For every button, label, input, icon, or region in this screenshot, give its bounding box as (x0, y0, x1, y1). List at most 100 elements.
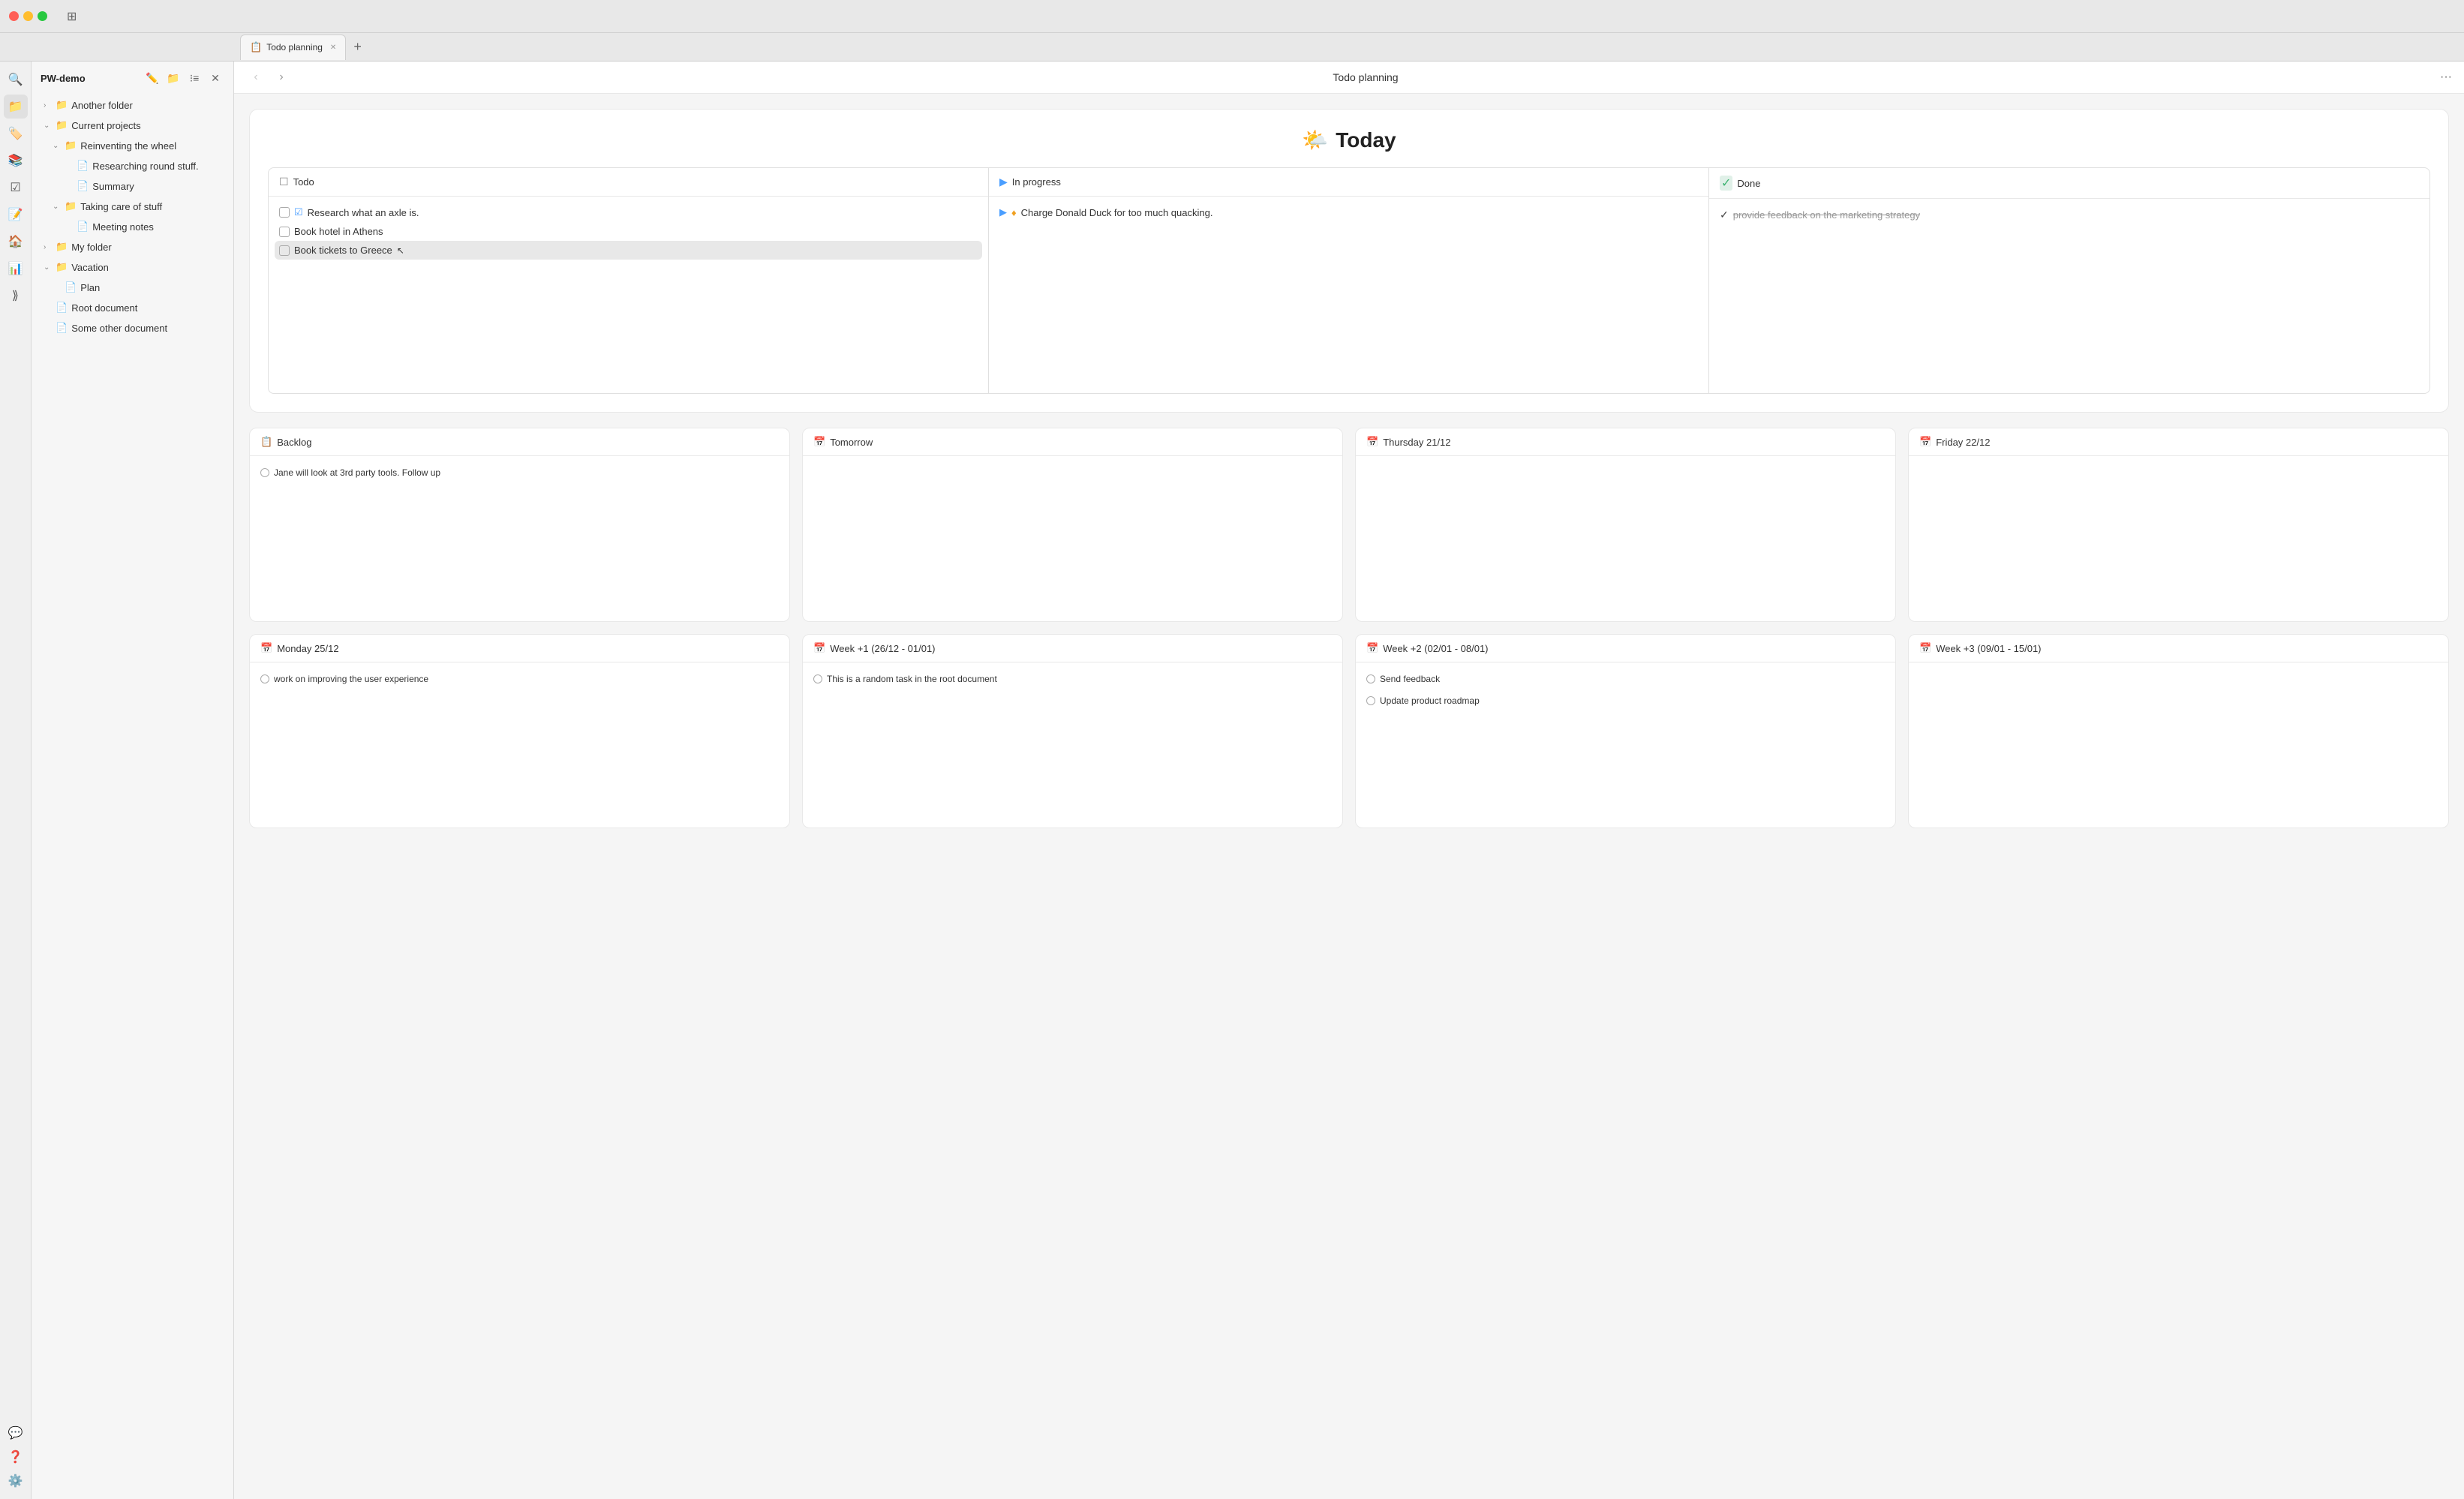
kanban-item-book-tickets[interactable]: Book tickets to Greece ↖ (275, 241, 982, 260)
weekly-col-week-plus-1-body: This is a random task in the root docume… (803, 662, 1342, 828)
weekly-grid-1: 📋 Backlog Jane will look at 3rd party to… (249, 428, 2449, 622)
weekly-item-user-experience[interactable]: work on improving the user experience (256, 668, 783, 690)
new-tab-button[interactable]: + (347, 39, 368, 55)
weekly-col-week-plus-2-header: 📅 Week +2 (02/01 - 08/01) (1356, 635, 1895, 662)
library-icon[interactable]: 📚 (4, 149, 28, 173)
icon-sidebar: 🔍 📁 🏷️ 📚 ☑ 📝 🏠 📊 ⟫ 💬 ❓ ⚙️ (0, 62, 32, 1499)
weekly-col-friday: 📅 Friday 22/12 (1908, 428, 2449, 622)
kanban-item-research-axle[interactable]: ☑ Research what an axle is. (275, 203, 982, 222)
files-icon[interactable]: 📁 (4, 95, 28, 119)
week-plus-1-icon: 📅 (813, 642, 825, 654)
weekly-item-random-task[interactable]: This is a random task in the root docume… (809, 668, 1336, 690)
file-sidebar: PW-demo ✏️ 📁 ⁝≡ ✕ › 📁 Another folder ⌄ 📁… (32, 62, 234, 1499)
chevron-icon: ⌄ (53, 203, 62, 211)
close-button[interactable] (9, 11, 19, 21)
content-scroll[interactable]: 🌤️ Today ☐ Todo ☑ (234, 94, 2464, 1499)
folder-icon: 📁 (56, 119, 68, 131)
sidebar-item-another-folder[interactable]: › 📁 Another folder (35, 95, 230, 115)
sidebar-item-current-projects[interactable]: ⌄ 📁 Current projects (35, 116, 230, 135)
weekly-col-monday-label: Monday 25/12 (277, 643, 338, 654)
sidebar-item-root-document[interactable]: 📄 Root document (35, 298, 230, 317)
home-icon[interactable]: 🏠 (4, 230, 28, 254)
sidebar-item-vacation[interactable]: ⌄ 📁 Vacation (35, 257, 230, 277)
tomorrow-icon: 📅 (813, 436, 825, 448)
search-icon[interactable]: 🔍 (4, 68, 28, 92)
kanban-in-progress-items: ▶ ♦ Charge Donald Duck for too much quac… (989, 197, 1708, 228)
item-dot-icon (1366, 674, 1375, 683)
done-check-icon: ✓ (1720, 209, 1729, 221)
settings-icon[interactable]: ⚙️ (4, 1469, 28, 1493)
folder-icon: 📁 (56, 241, 68, 253)
help-icon[interactable]: ❓ (4, 1445, 28, 1469)
weekly-col-week-plus-3-header: 📅 Week +3 (09/01 - 15/01) (1909, 635, 2448, 662)
sidebar-item-researching-round-stuff[interactable]: 📄 Researching round stuff. (35, 156, 230, 176)
maximize-button[interactable] (38, 11, 47, 21)
tree-item-label: Vacation (71, 262, 224, 273)
weekly-col-thursday: 📅 Thursday 21/12 (1355, 428, 1896, 622)
weekly-col-monday-body: work on improving the user experience (250, 662, 789, 828)
document-icon: 📄 (77, 221, 89, 233)
weekly-col-backlog-header: 📋 Backlog (250, 428, 789, 456)
document-icon: 📄 (65, 281, 77, 293)
kanban-col-in-progress-header: ▶ In progress (989, 168, 1708, 197)
workspace-name: PW-demo (41, 73, 86, 84)
new-folder-icon[interactable]: 📁 (164, 69, 182, 87)
weekly-col-thursday-label: Thursday 21/12 (1383, 437, 1450, 448)
sort-icon[interactable]: ⁝≡ (185, 69, 203, 87)
kanban-todo-items: ☑ Research what an axle is. Book hotel i… (269, 197, 988, 266)
weekly-col-week-plus-3-label: Week +3 (09/01 - 15/01) (1936, 643, 2041, 654)
sidebar-item-reinventing-the-wheel[interactable]: ⌄ 📁 Reinventing the wheel (35, 136, 230, 155)
folder-icon: 📁 (65, 140, 77, 152)
kanban-col-todo: ☐ Todo ☑ Research what an axle is. (269, 168, 989, 393)
sidebar-item-my-folder[interactable]: › 📁 My folder (35, 237, 230, 257)
sidebar-item-taking-care-of-stuff[interactable]: ⌄ 📁 Taking care of stuff (35, 197, 230, 216)
main-layout: 🔍 📁 🏷️ 📚 ☑ 📝 🏠 📊 ⟫ 💬 ❓ ⚙️ PW-demo ✏️ 📁 ⁝… (0, 62, 2464, 1499)
sidebar-item-summary[interactable]: 📄 Summary (35, 176, 230, 196)
close-sidebar-icon[interactable]: ✕ (206, 69, 224, 87)
tree-item-label: Reinventing the wheel (80, 140, 224, 152)
tree-item-label: Researching round stuff. (92, 161, 224, 172)
sidebar-item-meeting-notes[interactable]: 📄 Meeting notes (35, 217, 230, 236)
kanban-col-in-progress: ▶ In progress ▶ ♦ Charge Donald Duck for… (989, 168, 1709, 393)
tags-icon[interactable]: 🏷️ (4, 122, 28, 146)
weekly-col-tomorrow-label: Tomorrow (830, 437, 873, 448)
weekly-item-update-roadmap[interactable]: Update product roadmap (1362, 690, 1889, 712)
chevron-icon: › (44, 101, 53, 110)
weekly-col-thursday-body (1356, 456, 1895, 621)
weekly-col-week-plus-1-label: Week +1 (26/12 - 01/01) (830, 643, 935, 654)
new-note-icon[interactable]: ✏️ (143, 69, 161, 87)
notes-icon[interactable]: 📝 (4, 203, 28, 227)
kanban-item-charge-donald[interactable]: ▶ ♦ Charge Donald Duck for too much quac… (995, 203, 1702, 222)
more-options-button[interactable]: ··· (2440, 71, 2452, 84)
kanban-item-marketing-feedback[interactable]: ✓ provide feedback on the marketing stra… (1715, 205, 2423, 225)
checkbox-icon (279, 245, 290, 256)
weekly-col-tomorrow-body (803, 456, 1342, 621)
kanban-item-book-hotel[interactable]: Book hotel in Athens (275, 222, 982, 241)
titlebar: ⊞ (0, 0, 2464, 33)
minimize-button[interactable] (23, 11, 33, 21)
kanban-done-items: ✓ provide feedback on the marketing stra… (1709, 199, 2429, 231)
today-card: 🌤️ Today ☐ Todo ☑ (249, 109, 2449, 413)
expand-icon[interactable]: ⟫ (4, 284, 28, 308)
item-dot-icon (260, 674, 269, 683)
document-icon: 📄 (77, 160, 89, 172)
charts-icon[interactable]: 📊 (4, 257, 28, 281)
forward-button[interactable]: › (272, 68, 291, 87)
back-button[interactable]: ‹ (246, 68, 266, 87)
weekly-item-jane[interactable]: Jane will look at 3rd party tools. Follo… (256, 462, 783, 484)
tasks-icon[interactable]: ☑ (4, 176, 28, 200)
content-header: ‹ › Todo planning ··· (234, 62, 2464, 94)
sidebar-item-plan[interactable]: 📄 Plan (35, 278, 230, 297)
weekly-col-week-plus-2-label: Week +2 (02/01 - 08/01) (1383, 643, 1488, 654)
sidebar-item-some-other-document[interactable]: 📄 Some other document (35, 318, 230, 338)
tab-todo-planning[interactable]: 📋 Todo planning ✕ (240, 35, 346, 60)
todo-col-icon: ☐ (279, 176, 289, 188)
tab-close-button[interactable]: ✕ (330, 44, 336, 52)
weekly-col-monday-header: 📅 Monday 25/12 (250, 635, 789, 662)
notifications-icon[interactable]: 💬 (4, 1421, 28, 1445)
weekly-col-friday-header: 📅 Friday 22/12 (1909, 428, 2448, 456)
sidebar-toggle-icon[interactable]: ⊞ (67, 9, 77, 24)
today-emoji: 🌤️ (1302, 128, 1328, 152)
kanban-item-text: Book tickets to Greece (294, 245, 392, 256)
weekly-item-send-feedback[interactable]: Send feedback (1362, 668, 1889, 690)
